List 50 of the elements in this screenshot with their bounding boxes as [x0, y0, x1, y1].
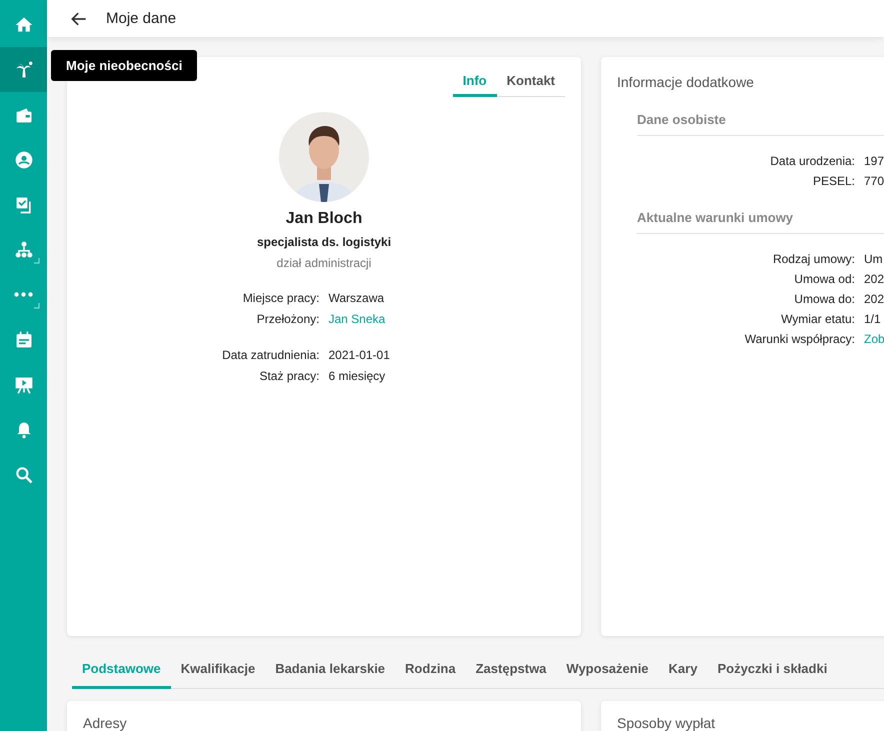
employee-name: Jan Bloch	[286, 210, 362, 228]
field-label: Miejsce pracy:	[242, 291, 320, 305]
field-value: 6 miesięcy	[328, 369, 386, 383]
card-title: Informacje dodatkowe	[617, 74, 755, 90]
field-label: Staż pracy:	[258, 369, 320, 383]
expand-corner-icon	[34, 303, 40, 309]
search-icon	[14, 464, 34, 484]
card-title: Sposoby wypłat	[617, 715, 716, 731]
section-heading: Aktualne warunki umowy	[637, 210, 884, 234]
field-label: Wymiar etatu:	[780, 312, 855, 326]
tooltip: Moje nieobecności	[51, 50, 198, 81]
presentation-icon	[14, 374, 34, 394]
field-label: Warunki współpracy:	[744, 332, 855, 346]
field-label: Umowa od:	[793, 272, 855, 286]
field-label: Przełożony:	[256, 312, 320, 326]
tab[interactable]: Badania lekarskie	[265, 653, 396, 689]
tab[interactable]: Kontakt	[496, 70, 565, 97]
calendar-icon	[14, 330, 34, 350]
field-value: 1/1	[864, 312, 882, 326]
tab[interactable]: Zastępstwa	[466, 653, 556, 689]
field-value: 2021-01-01	[328, 348, 391, 362]
field-label: Umowa do:	[793, 292, 855, 306]
more-icon	[14, 292, 33, 297]
home-icon	[14, 14, 34, 34]
checklist-icon	[14, 194, 34, 214]
field-value: 197	[864, 154, 884, 168]
tab[interactable]: Pożyczki i składki	[707, 653, 838, 689]
tab[interactable]: Rodzina	[395, 653, 466, 689]
field-label: Data zatrudnienia:	[221, 348, 320, 362]
card-title: Adresy	[83, 715, 127, 731]
employee-department: dział administracji	[276, 256, 372, 270]
page-title: Moje dane	[106, 10, 176, 27]
sidebar-item[interactable]	[0, 47, 47, 92]
field-value: Warszawa	[328, 291, 386, 305]
field-label: Data urodzenia:	[769, 154, 855, 168]
employee-position: specjalista ds. logistyki	[256, 235, 392, 249]
sitemap-icon	[14, 240, 34, 260]
tab[interactable]: Wyposażenie	[556, 653, 659, 689]
account-icon	[14, 150, 34, 170]
field-value: 770	[864, 174, 884, 188]
section-heading: Dane osobiste	[637, 112, 884, 136]
palm-tree-icon	[14, 60, 34, 80]
field-value: 202	[864, 272, 884, 286]
field-label: PESEL:	[812, 174, 855, 188]
field-value: 202	[864, 292, 884, 306]
field-label: Rodzaj umowy:	[772, 252, 855, 266]
field-value: Um	[864, 252, 884, 266]
expand-corner-icon	[34, 258, 40, 264]
tab[interactable]: Kary	[658, 653, 708, 689]
tab[interactable]: Kwalifikacje	[170, 653, 266, 689]
